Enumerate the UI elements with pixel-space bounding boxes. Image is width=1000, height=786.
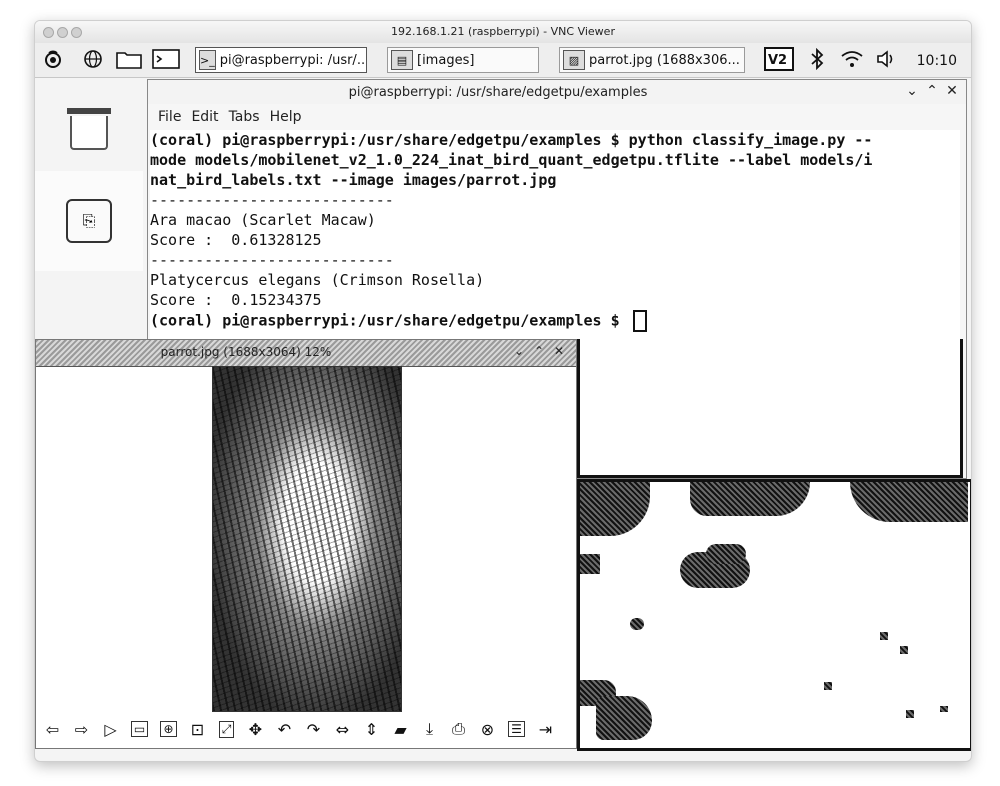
- close-icon[interactable]: ✕: [554, 344, 564, 358]
- minimize-icon[interactable]: ⌄: [904, 83, 920, 99]
- background-window: [577, 339, 963, 478]
- terminal-line: Ara macao (Scarlet Macaw): [150, 211, 376, 229]
- original-size-icon[interactable]: ⊡: [183, 716, 212, 742]
- terminal-menubar: File Edit Tabs Help: [148, 104, 966, 130]
- vnc-title: 192.168.1.21 (raspberrypi) - VNC Viewer: [391, 25, 615, 38]
- dark-region: [850, 482, 968, 522]
- wifi-icon[interactable]: [839, 48, 865, 70]
- save-as-icon[interactable]: ⎙: [444, 716, 473, 742]
- terminal-titlebar: pi@raspberrypi: /usr/share/edgetpu/examp…: [148, 80, 966, 104]
- forward-arrow-icon[interactable]: ⇨: [67, 716, 96, 742]
- menu-edit[interactable]: Edit: [191, 109, 218, 125]
- terminal-line: mode models/mobilenet_v2_1.0_224_inat_bi…: [150, 151, 873, 169]
- dark-region: [900, 646, 908, 654]
- taskbar-item-label: parrot.jpg (1688x306...: [589, 52, 740, 68]
- terminal-line: Platycercus elegans (Crimson Rosella): [150, 271, 485, 289]
- dark-region: [580, 482, 650, 536]
- rotate-left-icon[interactable]: ↶: [270, 716, 299, 742]
- folder-icon[interactable]: [115, 48, 143, 70]
- terminal-icon[interactable]: [151, 48, 181, 70]
- terminal-line: (coral) pi@raspberrypi:/usr/share/edgetp…: [150, 131, 873, 149]
- terminal-line: Score : 0.61328125: [150, 231, 322, 249]
- flip-horizontal-icon[interactable]: ⇔: [328, 716, 357, 742]
- dark-region: [630, 618, 644, 630]
- dark-region: [706, 544, 746, 564]
- background-image-window: [577, 479, 971, 751]
- terminal-prompt: (coral) pi@raspberrypi:/usr/share/edgetp…: [150, 311, 629, 330]
- dark-region: [824, 682, 832, 690]
- menu-help[interactable]: Help: [270, 109, 302, 125]
- viewer-toolbar: ⇦ ⇨ ▷ ▭ ⊕ ⊡ ⤢ ✥ ↶ ↷ ⇔ ⇕ ▰ ⤓ ⎙ ⊗ ☰ ⇥: [36, 712, 578, 746]
- vnc-icon[interactable]: V2: [763, 47, 795, 71]
- svg-text:V2: V2: [768, 53, 787, 68]
- minimize-icon[interactable]: ⌄: [514, 344, 524, 358]
- terminal-icon: >_: [199, 50, 216, 70]
- exit-icon[interactable]: ⇥: [531, 716, 560, 742]
- taskbar-item-parrot[interactable]: ▨ parrot.jpg (1688x306...: [559, 47, 745, 73]
- vnc-window: 192.168.1.21 (raspberrypi) - VNC Viewer …: [34, 20, 972, 762]
- dark-region: [880, 632, 888, 640]
- terminal-title: pi@raspberrypi: /usr/share/edgetpu/examp…: [348, 85, 648, 100]
- bluetooth-icon[interactable]: [807, 48, 827, 70]
- trash-body: [70, 116, 108, 150]
- open-file-icon[interactable]: ▰: [386, 716, 415, 742]
- save-icon[interactable]: ⤓: [415, 716, 444, 742]
- image-viewer-window: parrot.jpg (1688x3064) 12% ⌄ ⌃ ✕ ⇦ ⇨ ▷ ▭…: [35, 339, 577, 749]
- parrot-photo: [212, 366, 402, 712]
- clock[interactable]: 10:10: [917, 53, 957, 69]
- full-screen-icon[interactable]: ⤢: [212, 716, 241, 742]
- menu-tabs[interactable]: Tabs: [229, 109, 260, 125]
- delete-icon[interactable]: ⊗: [473, 716, 502, 742]
- flip-vertical-icon[interactable]: ⇕: [357, 716, 386, 742]
- play-icon[interactable]: ▷: [96, 716, 125, 742]
- folder-icon: ▤: [391, 50, 413, 70]
- terminal-line: ---------------------------: [150, 191, 394, 209]
- rotate-right-icon[interactable]: ↷: [299, 716, 328, 742]
- viewer-title: parrot.jpg (1688x3064) 12%: [160, 345, 332, 359]
- volume-icon[interactable]: [875, 48, 899, 70]
- text-cursor: [632, 310, 647, 332]
- maximize-icon[interactable]: ⌃: [534, 344, 544, 358]
- taskbar-item-terminal[interactable]: >_ pi@raspberrypi: /usr/...: [195, 47, 367, 73]
- taskbar-item-images[interactable]: ▤ [images]: [387, 47, 539, 73]
- maximize-icon[interactable]: ⌃: [924, 83, 940, 99]
- taskbar-item-label: pi@raspberrypi: /usr/...: [219, 52, 367, 68]
- close-icon[interactable]: ✕: [944, 83, 960, 99]
- dark-region: [906, 710, 914, 718]
- globe-icon[interactable]: [81, 48, 105, 70]
- move-icon[interactable]: ✥: [241, 716, 270, 742]
- usb-symbol-icon: ⎘: [66, 199, 112, 243]
- dark-region: [580, 554, 600, 574]
- zoom-fit-icon[interactable]: ⊕: [154, 716, 183, 742]
- dark-region: [596, 696, 652, 740]
- raspberry-menu-icon[interactable]: [41, 48, 65, 70]
- taskbar: >_ pi@raspberrypi: /usr/... ▤ [images] ▨…: [35, 43, 971, 78]
- menu-file[interactable]: File: [158, 109, 181, 125]
- usb-drive-icon[interactable]: ⎘: [35, 171, 143, 271]
- terminal-line: nat_bird_labels.txt --image images/parro…: [150, 171, 557, 189]
- viewer-titlebar: parrot.jpg (1688x3064) 12% ⌄ ⌃ ✕: [36, 340, 576, 367]
- preferences-icon[interactable]: ☰: [502, 716, 531, 742]
- trash-icon[interactable]: [35, 79, 143, 179]
- dark-region: [940, 706, 948, 712]
- taskbar-item-label: [images]: [417, 52, 475, 68]
- terminal-line: Score : 0.15234375: [150, 291, 322, 309]
- terminal-prompt-line: (coral) pi@raspberrypi:/usr/share/edgetp…: [150, 310, 960, 332]
- back-arrow-icon[interactable]: ⇦: [38, 716, 67, 742]
- trash-lid: [67, 108, 111, 114]
- terminal-line: ---------------------------: [150, 251, 394, 269]
- fit-window-icon[interactable]: ▭: [125, 716, 154, 742]
- image-icon: ▨: [563, 50, 585, 70]
- vnc-titlebar: 192.168.1.21 (raspberrypi) - VNC Viewer: [35, 21, 971, 44]
- dark-region: [690, 482, 810, 516]
